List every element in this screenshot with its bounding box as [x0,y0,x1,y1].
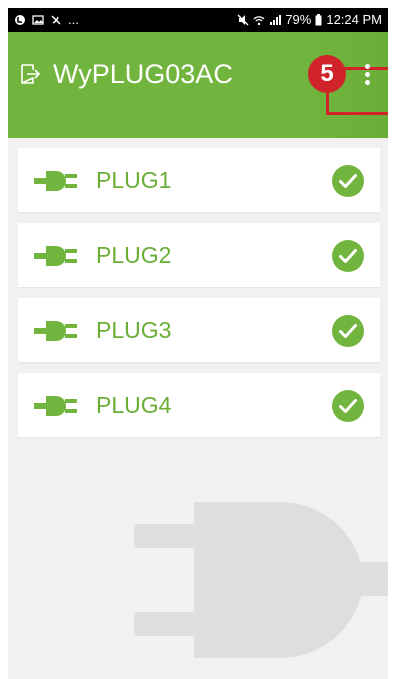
list-item-plug3[interactable]: PLUG3 [18,298,380,362]
image-icon [32,15,44,25]
check-circle-icon [332,390,364,422]
plug-icon [34,321,77,341]
step-number-badge: 5 [308,55,346,93]
app-bar: WyPLUG03AC 5 [8,32,388,138]
status-left-text: ... [68,12,79,27]
muted-call-icon [51,15,61,25]
battery-percent: 79% [285,12,312,27]
plug-icon [34,171,77,191]
app-screen: ... 79% 12:24 PM WyPLUG03AC 5 PLUG1 PLUG… [8,8,388,679]
menu-dot [365,80,370,85]
plug-watermark-icon [134,501,388,659]
status-time: 12:24 PM [326,12,382,27]
check-circle-icon [332,240,364,272]
status-bar: ... 79% 12:24 PM [8,8,388,32]
list-item-plug4[interactable]: PLUG4 [18,373,380,437]
wifi-icon [253,16,265,26]
plug-label: PLUG4 [96,392,172,418]
list-item-plug1[interactable]: PLUG1 [18,148,380,212]
menu-dot [365,72,370,77]
exit-icon[interactable] [18,62,42,86]
plug-list: PLUG1 PLUG2 PLUG3 PLUG4 [18,148,380,448]
more-vertical-icon[interactable] [356,60,380,90]
check-circle-icon [332,165,364,197]
plug-label: PLUG2 [96,242,172,268]
status-bar-left: ... [14,12,79,28]
check-circle-icon [332,315,364,347]
menu-dot [365,64,370,69]
mute-icon [237,14,249,26]
page-title: WyPLUG03AC [53,59,233,89]
signal-icon [270,15,282,25]
plug-label: PLUG3 [96,317,172,343]
plug-icon [34,396,77,416]
status-bar-right: 79% 12:24 PM [237,12,382,28]
plug-icon [34,246,77,266]
list-item-plug2[interactable]: PLUG2 [18,223,380,287]
plug-label: PLUG1 [96,167,172,193]
app-notification-icon [15,15,25,25]
battery-icon [315,14,322,26]
